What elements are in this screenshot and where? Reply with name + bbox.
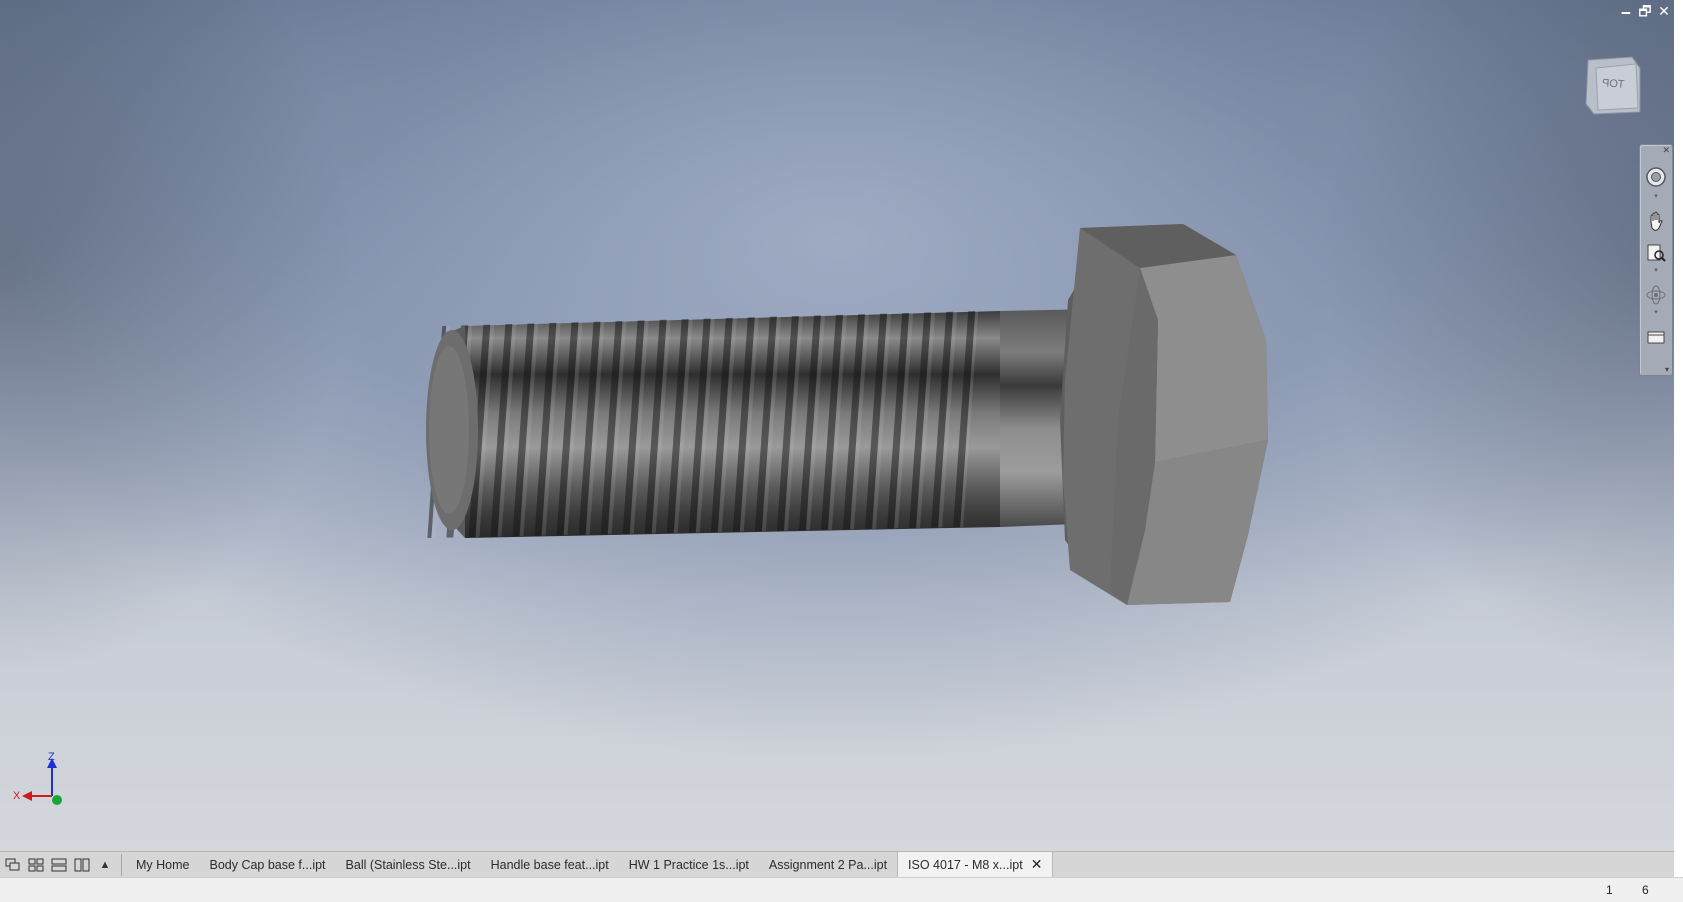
status-value-1: 1 xyxy=(1606,883,1613,897)
look-at-icon[interactable] xyxy=(1644,325,1668,349)
window-edge xyxy=(1674,0,1683,851)
tab-assignment-2[interactable]: Assignment 2 Pa...ipt xyxy=(759,852,897,877)
tab-iso-4017[interactable]: ISO 4017 - M8 x...ipt ✕ xyxy=(897,852,1054,877)
axis-z-label: Z xyxy=(48,751,55,763)
nav-dropdown-icon-3[interactable]: ▾ xyxy=(1652,309,1660,316)
cascade-windows-icon[interactable] xyxy=(3,855,23,875)
tab-iso-4017-label: ISO 4017 - M8 x...ipt xyxy=(908,857,1023,872)
orbit-icon[interactable] xyxy=(1644,283,1668,307)
status-bar: 1 6 xyxy=(0,877,1683,902)
nav-dropdown-icon[interactable]: ▾ xyxy=(1652,193,1660,200)
nav-dropdown-icon-2[interactable]: ▾ xyxy=(1652,267,1660,274)
graphics-viewport[interactable]: 🗕 🗗 ✕ TOP ✕ ▾ ▾ ▾ ▾ Z X xyxy=(0,0,1674,851)
close-window-button[interactable]: ✕ xyxy=(1655,2,1673,20)
status-value-2: 6 xyxy=(1642,883,1649,897)
steering-wheel-icon[interactable] xyxy=(1644,165,1668,189)
tab-hw1-practice[interactable]: HW 1 Practice 1s...ipt xyxy=(619,852,759,877)
tab-handle-base[interactable]: Handle base feat...ipt xyxy=(481,852,619,877)
view-cube[interactable]: TOP xyxy=(1582,54,1642,116)
tab-ball[interactable]: Ball (Stainless Ste...ipt xyxy=(336,852,481,877)
bolt-model[interactable] xyxy=(0,0,1674,851)
view-cube-face-label: TOP xyxy=(1601,77,1625,91)
close-tab-icon[interactable]: ✕ xyxy=(1031,856,1043,873)
restore-button[interactable]: 🗗 xyxy=(1636,2,1654,20)
nav-bar-close-icon[interactable]: ✕ xyxy=(1662,145,1670,156)
minimize-button[interactable]: 🗕 xyxy=(1617,2,1635,20)
axis-triad: Z X xyxy=(10,751,70,810)
nav-bar-customize-icon[interactable]: ▾ xyxy=(1665,365,1669,374)
tab-body-cap[interactable]: Body Cap base f...ipt xyxy=(199,852,335,877)
document-tab-bar: ▲ My Home Body Cap base f...ipt Ball (St… xyxy=(0,851,1674,877)
pan-hand-icon[interactable] xyxy=(1644,209,1668,233)
tab-overflow-button[interactable]: ▲ xyxy=(95,855,115,875)
tab-my-home[interactable]: My Home xyxy=(126,852,199,877)
zoom-window-icon[interactable] xyxy=(1644,241,1668,265)
axis-x-label: X xyxy=(13,790,21,802)
tab-separator xyxy=(121,853,122,876)
tile-vertical-icon[interactable] xyxy=(72,855,92,875)
tile-windows-icon[interactable] xyxy=(26,855,46,875)
tile-horizontal-icon[interactable] xyxy=(49,855,69,875)
navigation-bar: ✕ ▾ ▾ ▾ ▾ xyxy=(1639,144,1673,376)
